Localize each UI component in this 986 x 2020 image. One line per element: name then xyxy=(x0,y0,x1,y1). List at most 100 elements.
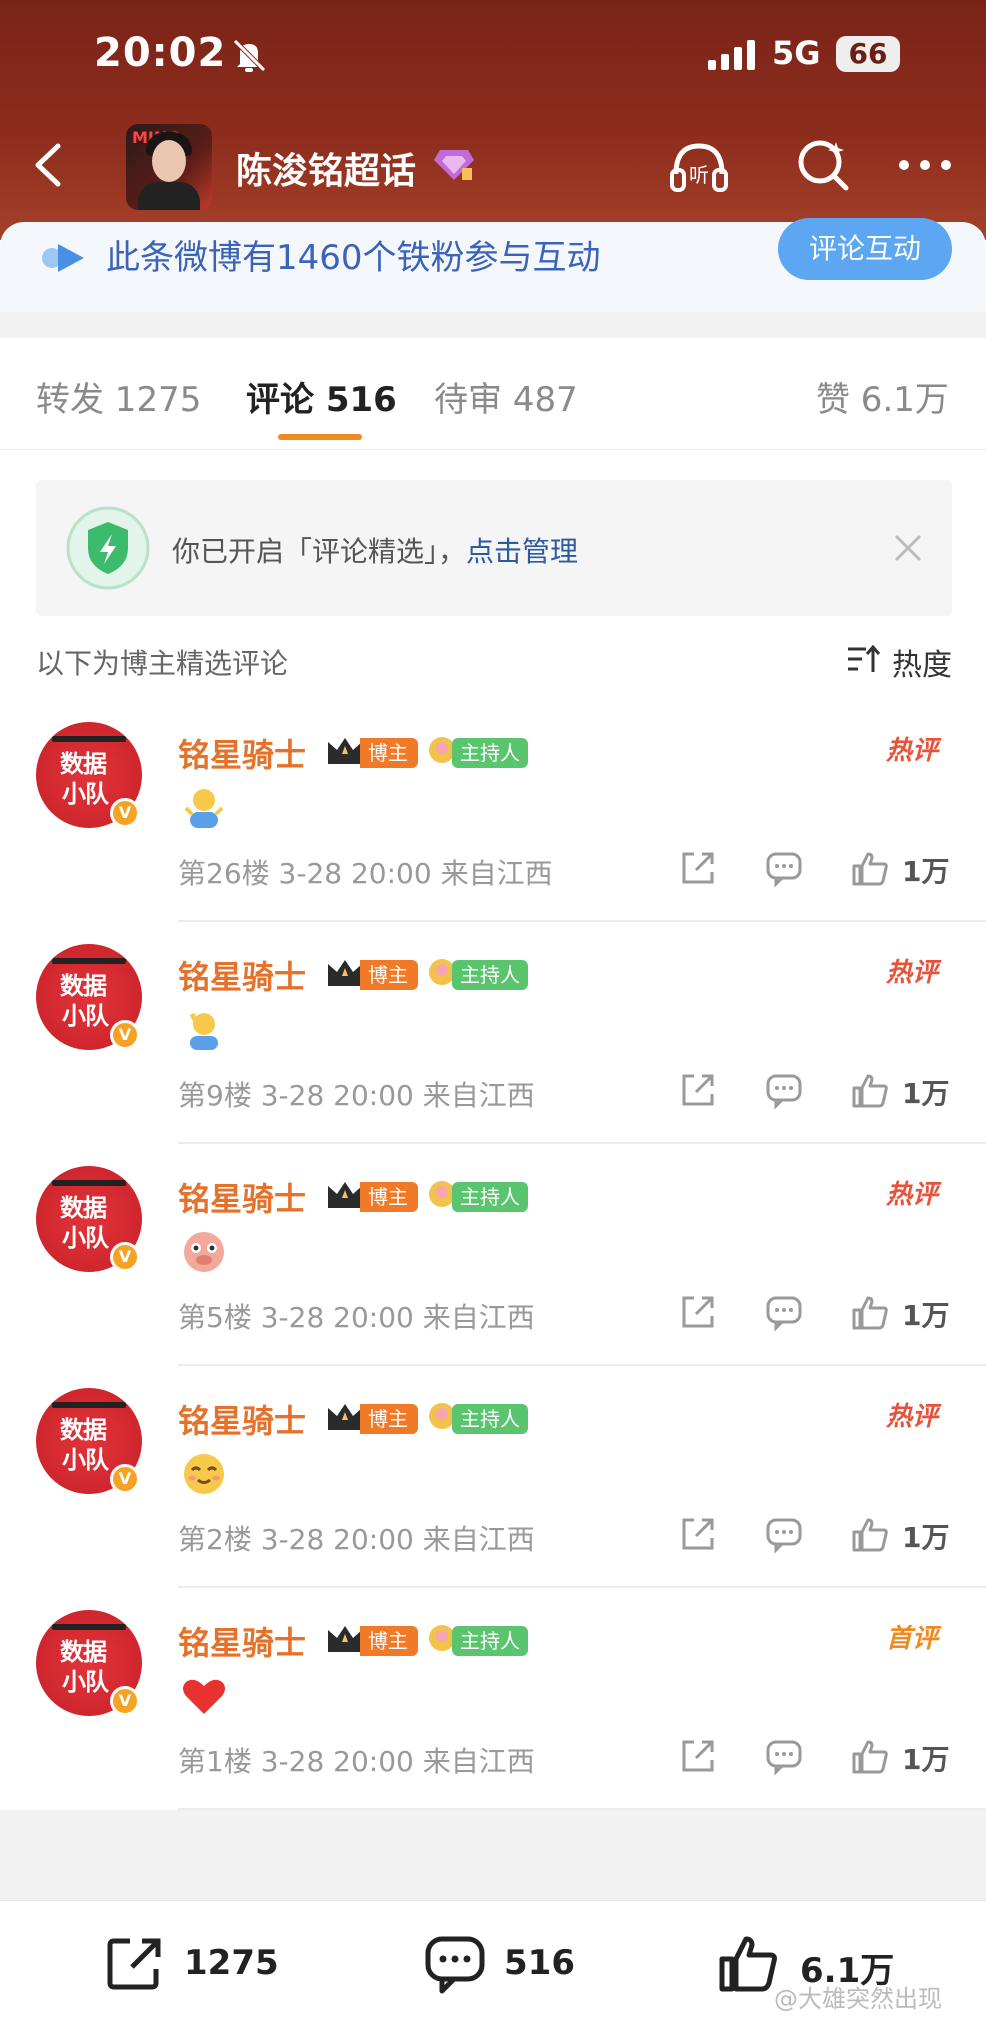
blogger-tag: 博主 xyxy=(360,738,418,768)
first-comment-badge: 首评 xyxy=(886,1624,939,1654)
sort-label[interactable]: 热度 xyxy=(892,640,952,684)
tab-bar: 转发 1275 评论 516 待审 487 赞 6.1万 xyxy=(0,338,986,450)
interaction-icon xyxy=(42,244,84,272)
more-icon[interactable] xyxy=(892,132,958,198)
comment-meta: 第26楼 3-28 20:00 来自江西 xyxy=(178,857,553,890)
hot-comment-badge: 热评 xyxy=(886,1402,939,1432)
comment-item[interactable]: 数据 小队 V 铭星骑士 博主 主持人 热评 第2楼 3-28 20:00 来自… xyxy=(0,1366,986,1588)
crown-icon xyxy=(328,738,362,764)
crown-icon xyxy=(328,1626,362,1652)
nav-bar: MING 陈浚铭超话 听 xyxy=(0,118,986,214)
commenter-name[interactable]: 铭星骑士 xyxy=(178,1174,306,1220)
repost-count[interactable]: 1275 xyxy=(184,1943,279,1983)
section-divider xyxy=(0,312,986,338)
bell-muted-icon xyxy=(233,39,266,72)
like-count: 1万 xyxy=(902,1521,950,1554)
manage-link[interactable]: 点击管理 xyxy=(466,535,578,568)
host-tag: 主持人 xyxy=(452,738,528,768)
selected-comments-notice: 你已开启「评论精选」，点击管理 xyxy=(36,480,952,616)
active-tab-indicator xyxy=(278,434,362,440)
like-icon[interactable] xyxy=(850,1514,890,1554)
watermark: @大雄突然出现 xyxy=(774,1985,942,2013)
tab-likes[interactable]: 赞 6.1万 xyxy=(816,372,949,421)
network-type: 5G xyxy=(772,34,821,72)
share-icon[interactable] xyxy=(678,1070,718,1110)
blogger-tag: 博主 xyxy=(360,1626,418,1656)
list-end-spacer xyxy=(0,1810,986,1900)
topic-avatar[interactable]: MING xyxy=(126,124,212,210)
header-background: 20:02 5G 66 MING 陈浚铭超话 xyxy=(0,0,986,240)
like-count: 1万 xyxy=(902,1077,950,1110)
hot-comment-badge: 热评 xyxy=(886,958,939,988)
blogger-tag: 博主 xyxy=(360,960,418,990)
comment-item[interactable]: 数据 小队 V 铭星骑士 博主 主持人 热评 第5楼 3-28 20:00 来自… xyxy=(0,1144,986,1366)
tab-comment[interactable]: 评论 516 xyxy=(246,372,397,421)
svg-text:听: 听 xyxy=(689,163,709,187)
comment-meta: 第9楼 3-28 20:00 来自江西 xyxy=(178,1079,535,1112)
repost-icon[interactable] xyxy=(104,1933,166,1995)
verified-badge-icon: V xyxy=(110,1242,140,1272)
crown-icon xyxy=(328,960,362,986)
verified-badge-icon: V xyxy=(110,1686,140,1716)
like-icon[interactable] xyxy=(718,1933,780,1995)
blogger-tag: 博主 xyxy=(360,1404,418,1434)
blogger-tag: 博主 xyxy=(360,1182,418,1212)
like-icon[interactable] xyxy=(850,848,890,888)
red-heart-emoji-icon xyxy=(183,1679,225,1714)
smile-face-emoji-icon xyxy=(184,1454,224,1494)
like-icon[interactable] xyxy=(850,1292,890,1332)
tab-repost[interactable]: 转发 1275 xyxy=(36,372,201,421)
pig-face-emoji-icon xyxy=(184,1232,224,1272)
person-shrug-emoji-icon xyxy=(184,789,224,828)
verified-badge-icon: V xyxy=(110,1020,140,1050)
like-count: 1万 xyxy=(902,1743,950,1776)
host-tag: 主持人 xyxy=(452,960,528,990)
sort-icon[interactable] xyxy=(846,644,880,674)
shield-icon xyxy=(66,506,150,590)
like-count: 1万 xyxy=(902,855,950,888)
banner-text: 此条微博有1460个铁粉参与互动 xyxy=(106,238,601,278)
commenter-name[interactable]: 铭星骑士 xyxy=(178,730,306,776)
host-tag: 主持人 xyxy=(452,1404,528,1434)
close-icon[interactable] xyxy=(892,532,924,564)
battery-level: 66 xyxy=(836,36,900,72)
share-icon[interactable] xyxy=(678,1292,718,1332)
share-icon[interactable] xyxy=(678,1736,718,1776)
listen-headphones-icon[interactable]: 听 xyxy=(666,132,732,198)
status-bar: 20:02 5G 66 xyxy=(0,24,986,84)
commenter-name[interactable]: 铭星骑士 xyxy=(178,952,306,998)
avatar-text-2: 小队 xyxy=(62,1446,109,1474)
notice-text: 你已开启「评论精选」，点击管理 xyxy=(172,530,578,570)
comment-meta: 第1楼 3-28 20:00 来自江西 xyxy=(178,1745,535,1778)
notice-message: 你已开启「评论精选」， xyxy=(172,535,467,568)
comment-item[interactable]: 数据 小队 V 铭星骑士 博主 主持人 首评 第1楼 3-28 20:00 来自… xyxy=(0,1588,986,1810)
comment-icon[interactable] xyxy=(424,1933,486,1995)
search-icon[interactable] xyxy=(790,132,856,198)
reply-icon[interactable] xyxy=(764,1514,804,1554)
comment-item[interactable]: 数据 小队 V 铭星骑士 博主 主持人 热评 第26楼 3-28 20:00 来… xyxy=(0,700,986,922)
commenter-name[interactable]: 铭星骑士 xyxy=(178,1618,306,1664)
tab-pending[interactable]: 待审 487 xyxy=(434,372,578,421)
diamond-badge-icon xyxy=(434,150,474,180)
page-title[interactable]: 陈浚铭超话 xyxy=(236,142,416,194)
comment-interaction-button[interactable]: 评论互动 xyxy=(778,218,952,280)
like-icon[interactable] xyxy=(850,1736,890,1776)
reply-icon[interactable] xyxy=(764,1736,804,1776)
host-tag: 主持人 xyxy=(452,1626,528,1656)
person-salute-emoji-icon xyxy=(189,1012,218,1050)
share-icon[interactable] xyxy=(678,1514,718,1554)
comment-item[interactable]: 数据 小队 V 铭星骑士 博主 主持人 热评 第9楼 3-28 20:00 来自… xyxy=(0,922,986,1144)
hot-comment-badge: 热评 xyxy=(886,736,939,766)
back-arrow-icon[interactable] xyxy=(28,140,68,190)
comment-count[interactable]: 516 xyxy=(504,1943,575,1983)
avatar-text-2: 小队 xyxy=(62,1668,109,1696)
host-tag: 主持人 xyxy=(452,1182,528,1212)
commenter-name[interactable]: 铭星骑士 xyxy=(178,1396,306,1442)
like-icon[interactable] xyxy=(850,1070,890,1110)
reply-icon[interactable] xyxy=(764,1070,804,1110)
share-icon[interactable] xyxy=(678,848,718,888)
reply-icon[interactable] xyxy=(764,848,804,888)
reply-icon[interactable] xyxy=(764,1292,804,1332)
verified-badge-icon: V xyxy=(110,798,140,828)
avatar-text-2: 小队 xyxy=(62,1002,109,1030)
